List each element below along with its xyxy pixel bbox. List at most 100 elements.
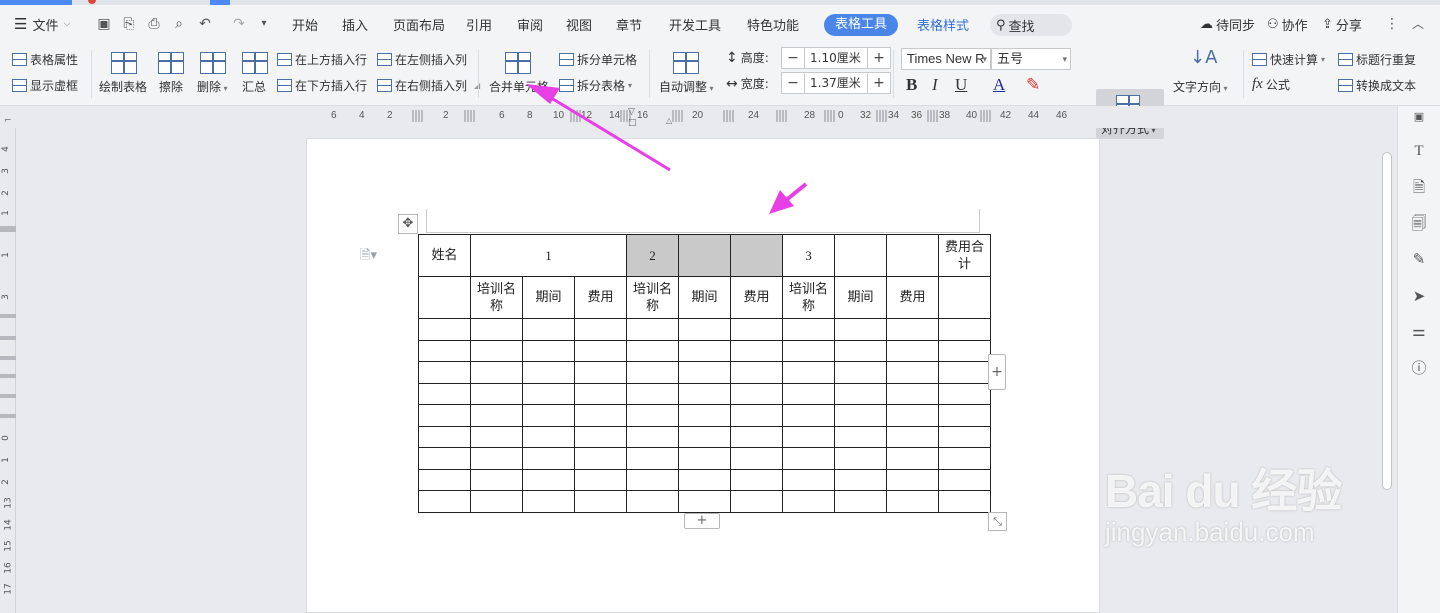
table-cell[interactable] — [782, 404, 835, 427]
table-cell[interactable] — [938, 425, 991, 448]
tab-table-style[interactable]: 表格样式 — [917, 5, 969, 43]
table-cell[interactable] — [418, 425, 471, 448]
table-cell[interactable] — [782, 490, 835, 513]
table-cell[interactable] — [886, 490, 939, 513]
table-cell[interactable] — [730, 425, 783, 448]
table-cell[interactable] — [834, 361, 887, 384]
table-cell[interactable]: 期间 — [522, 276, 575, 319]
summary-button[interactable]: 汇总 — [242, 78, 266, 95]
table-cell[interactable] — [886, 339, 939, 362]
formula-button[interactable]: fx 公式 — [1252, 76, 1290, 93]
vertical-ruler[interactable]: 4 3 2 1 1 3 0 1 2 13 14 15 16 17 — [0, 128, 16, 613]
table-cell[interactable] — [678, 361, 731, 384]
share-button[interactable]: ⇪ 分享 — [1322, 5, 1362, 43]
table-cell[interactable] — [938, 382, 991, 405]
table-cell[interactable] — [470, 339, 523, 362]
indent-marker-icon[interactable]: ▽ — [628, 107, 635, 117]
table-cell[interactable] — [522, 404, 575, 427]
table-cell[interactable] — [834, 318, 887, 341]
table-cell[interactable] — [678, 425, 731, 448]
table-cell[interactable] — [938, 404, 991, 427]
table-cell[interactable] — [834, 468, 887, 491]
add-column-button[interactable]: + — [988, 354, 1006, 390]
table-cell[interactable] — [470, 425, 523, 448]
table-cell[interactable] — [574, 339, 627, 362]
table-cell[interactable]: 期间 — [678, 276, 731, 319]
italic-button[interactable]: I — [932, 75, 938, 95]
insert-row-below-button[interactable]: 在下方插入行 — [277, 77, 367, 94]
table-cell[interactable] — [730, 318, 783, 341]
table-cell[interactable] — [418, 447, 471, 470]
table-cell[interactable] — [678, 339, 731, 362]
table-cell[interactable] — [574, 382, 627, 405]
col-width-input[interactable]: 1.37厘米 — [804, 73, 868, 93]
table-cell[interactable] — [938, 447, 991, 470]
table-cell[interactable] — [470, 468, 523, 491]
table-cell[interactable]: 姓名 — [418, 234, 471, 277]
table-cell[interactable] — [418, 382, 471, 405]
table-cell[interactable] — [522, 468, 575, 491]
table-cell[interactable] — [574, 468, 627, 491]
tab-home[interactable]: 开始 — [292, 5, 318, 43]
export-icon[interactable]: ⎘ — [121, 16, 137, 32]
table-cell[interactable] — [626, 447, 679, 470]
show-grid-button[interactable]: 显示虚框 — [12, 77, 78, 94]
table-cell[interactable] — [470, 382, 523, 405]
table-cell[interactable] — [678, 382, 731, 405]
table-cell[interactable] — [626, 425, 679, 448]
table-cell[interactable] — [522, 447, 575, 470]
table-cell[interactable] — [522, 318, 575, 341]
paragraph-menu-icon[interactable]: 🗎▾ — [360, 246, 377, 268]
highlight-button[interactable]: ✎ — [1026, 75, 1040, 95]
erase-button[interactable]: 擦除 — [159, 78, 183, 95]
text-direction-button[interactable]: 文字方向 ▾ — [1173, 78, 1228, 95]
panel-collapse-icon[interactable]: ▣ — [1410, 108, 1428, 126]
quick-access-more-icon[interactable]: ▾ — [256, 16, 272, 32]
table-cell[interactable]: 培训名称 — [782, 276, 835, 319]
draw-table-button[interactable]: 绘制表格 — [99, 78, 147, 95]
merge-cells-button[interactable]: 合并单元格 — [489, 78, 549, 95]
table-cell[interactable] — [470, 404, 523, 427]
table-cell[interactable] — [782, 318, 835, 341]
bold-button[interactable]: B — [906, 75, 917, 95]
search-button[interactable]: ⚲ 查找 — [990, 14, 1072, 36]
table-cell[interactable] — [470, 447, 523, 470]
table-cell[interactable] — [886, 318, 939, 341]
table-cell[interactable] — [626, 382, 679, 405]
table-cell[interactable] — [678, 490, 731, 513]
table-cell[interactable] — [834, 425, 887, 448]
collapse-ribbon-icon[interactable]: ︿ — [1410, 16, 1426, 32]
sliders-icon[interactable]: ⚌ — [1410, 322, 1428, 340]
table-cell[interactable] — [886, 404, 939, 427]
table-cell[interactable]: 1 — [470, 234, 627, 277]
table-cell[interactable]: 费用合计 — [938, 234, 991, 277]
plus-icon[interactable]: + — [868, 50, 890, 66]
undo-icon[interactable]: ↶ — [197, 16, 213, 32]
table-cell[interactable] — [782, 447, 835, 470]
table-cell[interactable] — [470, 318, 523, 341]
auto-fit-button[interactable]: 自动调整 ▾ — [659, 78, 714, 95]
table-cell[interactable] — [938, 339, 991, 362]
table-cell[interactable] — [834, 404, 887, 427]
table-cell[interactable] — [938, 276, 991, 319]
tab-chapter[interactable]: 章节 — [616, 5, 642, 43]
table-cell-selected[interactable] — [730, 234, 783, 277]
repeat-title-button[interactable]: 标题行重复 — [1338, 51, 1416, 68]
table-cell[interactable] — [574, 490, 627, 513]
table-cell[interactable] — [678, 404, 731, 427]
table-cell[interactable] — [470, 490, 523, 513]
table-cell[interactable] — [418, 490, 471, 513]
table-cell[interactable] — [834, 234, 887, 277]
table-cell[interactable] — [418, 361, 471, 384]
table-cell[interactable] — [522, 361, 575, 384]
table-cell-selected[interactable]: 2 — [626, 234, 679, 277]
table-cell[interactable] — [574, 447, 627, 470]
add-row-button[interactable]: + — [684, 513, 720, 529]
table-cell[interactable] — [574, 318, 627, 341]
tab-page-layout[interactable]: 页面布局 — [393, 5, 445, 43]
tab-view[interactable]: 视图 — [566, 5, 592, 43]
quick-calc-button[interactable]: 快速计算 ▾ — [1252, 51, 1325, 68]
tab-insert[interactable]: 插入 — [342, 5, 368, 43]
file-menu[interactable]: ☰ 文件 ⌵ — [14, 5, 70, 43]
table-cell[interactable]: 期间 — [834, 276, 887, 319]
